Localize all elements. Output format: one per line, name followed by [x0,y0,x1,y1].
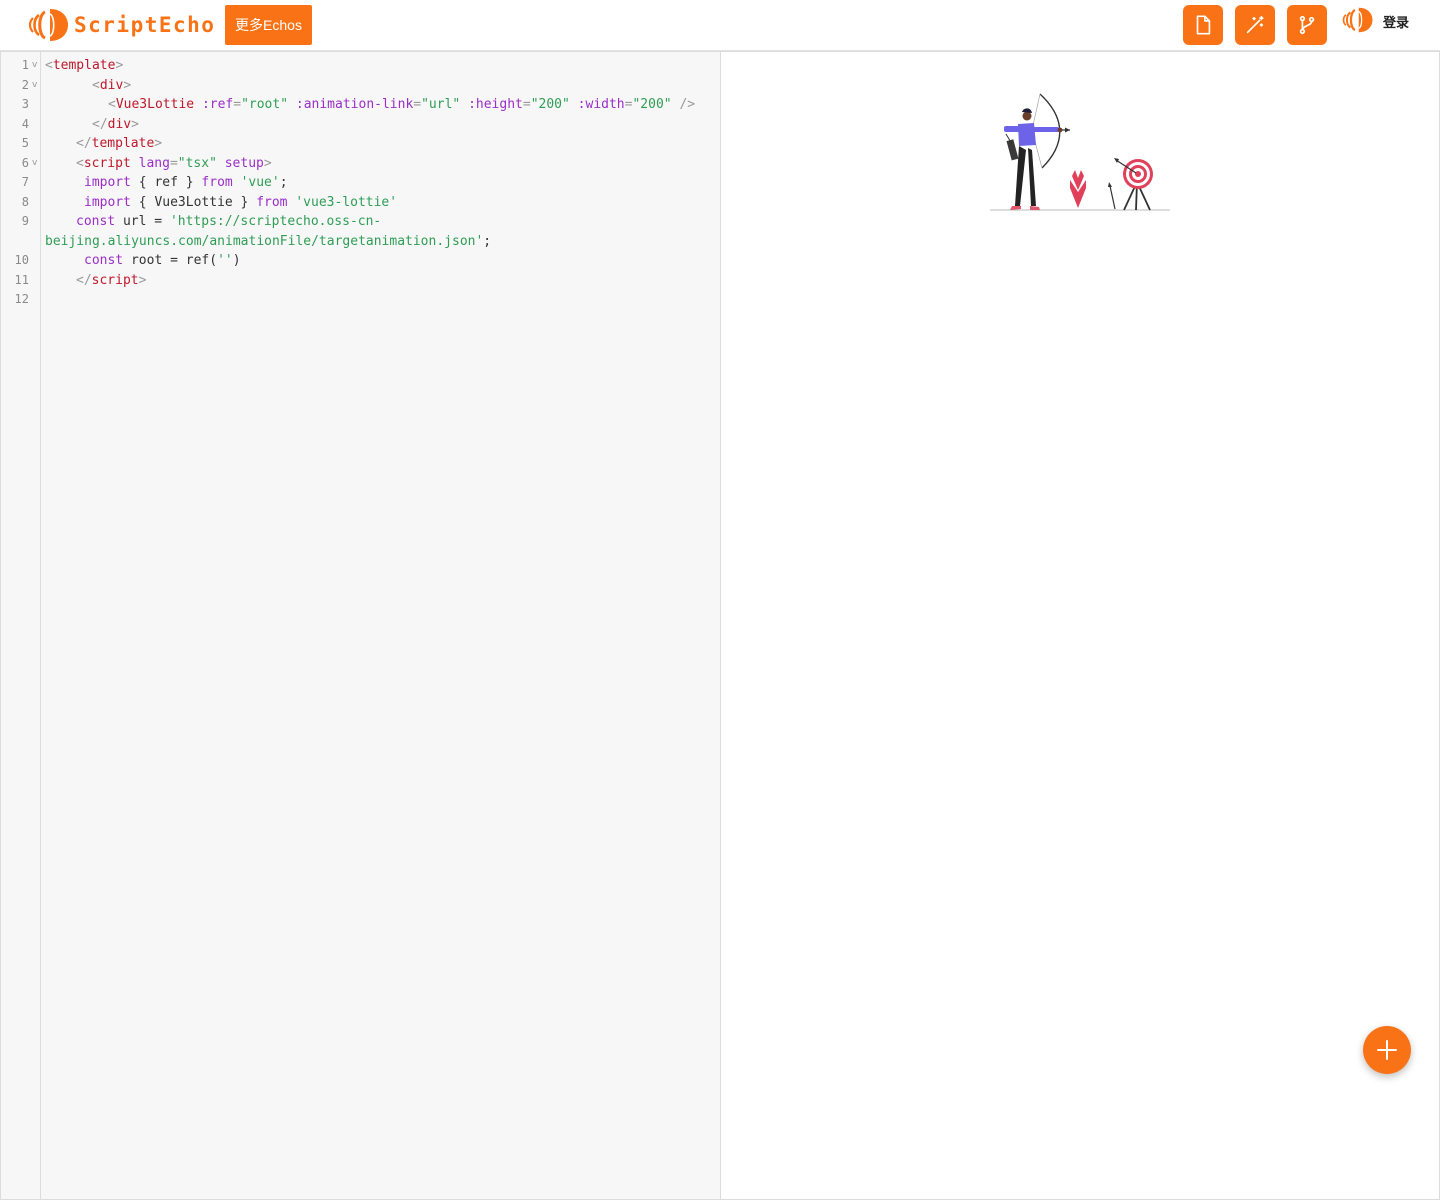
brand-logo[interactable]: ScriptEcho [28,6,215,44]
fold-chevron-icon[interactable]: v [32,76,37,96]
code-line: </div> [92,116,139,132]
sound-wave-logo-icon [28,9,68,41]
code-line: </script> [76,272,147,288]
line-number: 11 [14,272,29,287]
line-number: 8 [21,194,29,209]
code-line: const root = ref('') [84,253,241,268]
new-file-button[interactable] [1183,5,1223,45]
top-header: ScriptEcho 更多Echos 登录 [0,0,1440,51]
login-link[interactable]: 登录 [1383,12,1409,31]
brand-name: ScriptEcho [74,13,216,37]
line-number: 5 [21,136,29,150]
line-number: 7 [21,175,29,189]
line-number: 4 [21,116,29,131]
line-number: 10 [14,253,29,267]
add-fab-button[interactable] [1363,1026,1411,1074]
fork-button[interactable] [1287,5,1327,45]
magic-button[interactable] [1235,5,1275,45]
line-number: 9 [21,214,29,228]
code-content[interactable]: <template> <div> <Vue3Lottie :ref="root"… [41,52,720,1199]
code-line: <Vue3Lottie :ref="root" :animation-link=… [108,97,696,112]
code-line: </template> [76,136,163,151]
line-number: 6 [21,155,29,170]
code-line: <template> [45,58,124,73]
more-echos-button[interactable]: 更多Echos [225,5,312,45]
file-icon [1196,15,1211,35]
plus-icon [1377,1040,1397,1060]
preview-pane [721,51,1440,1200]
archer-target-illustration [990,93,1170,211]
code-line-wrap: beijing.aliyuncs.com/animationFile/targe… [45,233,492,249]
line-number: 3 [21,97,29,111]
code-line: const url = 'https://scriptecho.oss-cn- [76,214,382,229]
magic-wand-icon [1246,15,1264,34]
user-avatar-icon[interactable] [1342,5,1374,35]
code-line: import { Vue3Lottie } from 'vue3-lottie' [84,194,398,210]
fold-chevron-icon[interactable]: v [32,56,37,76]
git-branch-icon [1299,15,1315,35]
code-editor[interactable]: 1 v 2 v 3 4 5 6 v 7 8 9 10 11 12 <templa… [0,51,721,1200]
line-number: 2 [21,77,29,92]
line-number-gutter: 1 v 2 v 3 4 5 6 v 7 8 9 10 11 12 [1,52,41,1199]
fold-chevron-icon[interactable]: v [32,154,37,174]
line-number: 1 [21,58,29,72]
code-line: import { ref } from 'vue'; [84,175,288,190]
code-line: <script lang="tsx" setup> [76,155,272,171]
code-line: <div> [92,77,132,93]
line-number: 12 [14,292,29,306]
